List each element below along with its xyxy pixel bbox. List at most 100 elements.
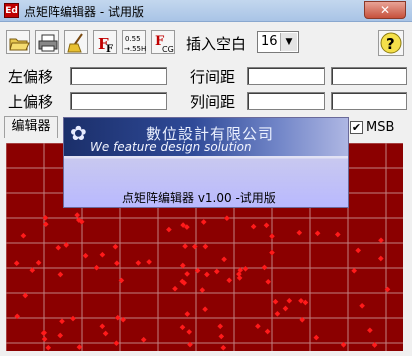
chevron-down-icon[interactable]: ▼ xyxy=(280,33,297,51)
splash-app-version: 点矩阵编辑器 v1.00 -试用版 xyxy=(122,191,276,205)
open-folder-icon xyxy=(9,38,30,51)
app-icon: Ed xyxy=(4,3,19,18)
matrix-dot xyxy=(41,336,48,342)
matrix-dot xyxy=(102,330,109,337)
matrix-dot xyxy=(59,318,65,325)
matrix-dot xyxy=(13,260,20,267)
title-bar: Ed 点矩阵编辑器 - 试用版 ✕ xyxy=(0,0,412,22)
matrix-dot xyxy=(40,330,47,336)
matrix-dot xyxy=(269,249,275,256)
line-spacing-input-2[interactable] xyxy=(331,67,407,85)
matrix-dot xyxy=(93,264,100,271)
open-folder-button[interactable] xyxy=(6,30,30,54)
splash-banner: ✿ 數位設計有限公司 We feature design solution xyxy=(64,118,348,156)
company-slogan: We feature design solution xyxy=(90,140,252,154)
matrix-dot xyxy=(82,252,89,259)
matrix-dot xyxy=(204,271,210,278)
matrix-dot xyxy=(74,212,81,218)
tab-editor[interactable]: 编辑器 xyxy=(4,116,58,138)
matrix-dot xyxy=(226,277,233,284)
matrix-dot xyxy=(367,327,373,334)
matrix-dot xyxy=(140,336,147,343)
font-button[interactable]: F F xyxy=(93,30,117,54)
matrix-dot xyxy=(99,251,106,258)
matrix-dot xyxy=(45,344,52,351)
font-cg-icon: F CG xyxy=(155,34,174,54)
close-button[interactable]: ✕ xyxy=(364,1,406,19)
matrix-dot xyxy=(20,232,27,239)
splash-dialog: ✿ 數位設計有限公司 We feature design solution 点矩… xyxy=(63,117,349,208)
matrix-dot xyxy=(191,243,198,250)
size-top-text: 0.55 xyxy=(125,35,141,43)
matrix-dot xyxy=(202,306,208,313)
matrix-dot xyxy=(263,222,270,229)
matrix-dot xyxy=(286,297,293,304)
matrix-dot xyxy=(42,214,49,221)
font-cg-button[interactable]: F CG xyxy=(151,30,175,54)
matrix-dot xyxy=(200,219,207,225)
matrix-dot xyxy=(261,264,268,271)
matrix-dot xyxy=(184,271,190,277)
company-logo: ✿ xyxy=(70,121,87,145)
matrix-dot xyxy=(377,255,384,262)
matrix-dot xyxy=(355,247,362,254)
matrix-dot xyxy=(112,243,119,250)
matrix-dot xyxy=(172,285,178,292)
top-offset-label: 上偏移 xyxy=(8,93,54,111)
font-f-icon: F F xyxy=(98,35,113,54)
size-button[interactable]: 0.55 →.55H xyxy=(122,30,146,54)
svg-text:?: ? xyxy=(386,35,395,53)
help-icon: ? xyxy=(380,32,402,54)
matrix-dot xyxy=(22,292,29,299)
column-spacing-input-2[interactable] xyxy=(331,92,407,110)
matrix-dot xyxy=(146,259,152,265)
font-cg-text: CG xyxy=(162,45,174,54)
matrix-dot xyxy=(55,244,62,251)
matrix-dot xyxy=(274,310,281,317)
matrix-dot xyxy=(202,243,209,250)
matrix-dot xyxy=(220,344,227,351)
clear-button[interactable] xyxy=(64,30,88,54)
matrix-dot xyxy=(272,298,279,305)
matrix-dot xyxy=(186,329,193,335)
matrix-dot xyxy=(351,267,358,274)
matrix-dot xyxy=(184,311,191,317)
insert-space-select[interactable]: 16 ▼ xyxy=(257,31,299,53)
matrix-dot xyxy=(218,333,225,340)
matrix-dot xyxy=(217,323,224,330)
left-offset-input[interactable] xyxy=(70,67,167,85)
matrix-dot xyxy=(166,226,172,233)
matrix-dot xyxy=(236,275,243,281)
broom-icon xyxy=(67,33,83,53)
printer-icon xyxy=(38,34,58,52)
matrix-dot xyxy=(114,260,120,267)
matrix-dot xyxy=(199,287,206,293)
matrix-dot xyxy=(76,344,83,350)
matrix-dot xyxy=(334,231,341,238)
top-offset-input[interactable] xyxy=(70,92,167,110)
matrix-dot xyxy=(182,243,188,250)
insert-space-value: 16 xyxy=(261,34,278,49)
matrix-dot xyxy=(57,332,64,339)
line-spacing-label: 行间距 xyxy=(190,68,236,86)
msb-label: MSB xyxy=(366,120,395,135)
matrix-dot xyxy=(313,334,320,341)
column-spacing-input[interactable] xyxy=(247,92,325,110)
size-icon: 0.55 →.55H xyxy=(124,35,146,53)
matrix-dot xyxy=(378,237,384,244)
help-button[interactable]: ? xyxy=(378,30,404,56)
matrix-dot xyxy=(70,315,76,322)
matrix-dot xyxy=(135,260,142,266)
insert-space-label: 插入空白 xyxy=(186,35,247,53)
msb-checkbox[interactable]: ✔ xyxy=(350,121,363,134)
line-spacing-input[interactable] xyxy=(247,67,325,85)
matrix-dot xyxy=(314,230,321,237)
matrix-dot xyxy=(265,278,272,285)
matrix-dot xyxy=(296,229,303,236)
matrix-dot xyxy=(359,302,365,309)
matrix-dot xyxy=(113,340,120,347)
print-button[interactable] xyxy=(35,30,59,54)
matrix-dot xyxy=(269,233,275,240)
matrix-dot xyxy=(35,259,42,266)
size-bottom-text: →.55H xyxy=(124,45,146,53)
